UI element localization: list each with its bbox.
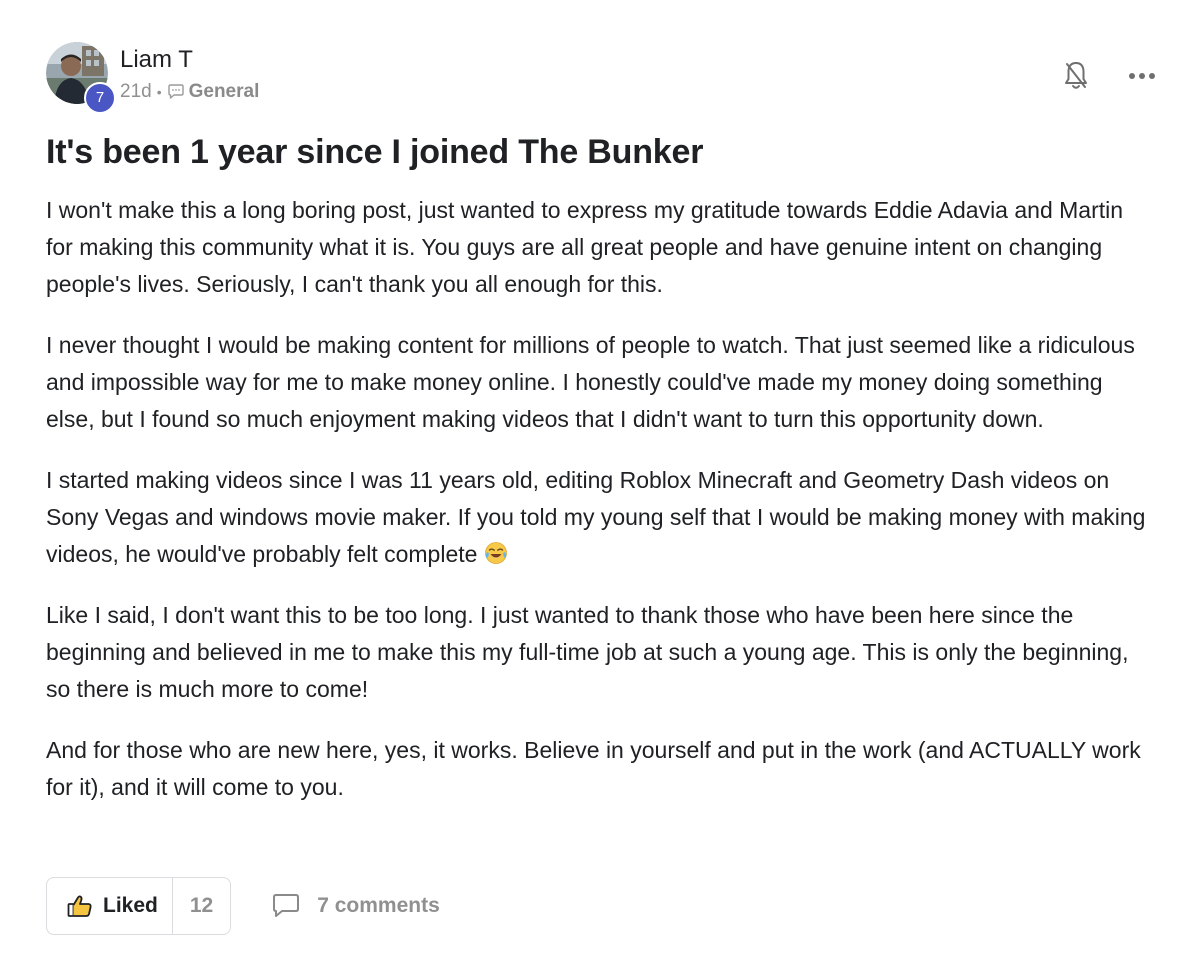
meta-separator: • <box>156 84 162 100</box>
author-name[interactable]: Liam T <box>120 46 193 74</box>
post-paragraph: I never thought I would be making conten… <box>46 332 1135 432</box>
comments-button[interactable]: 7 comments <box>271 893 440 919</box>
post-card: 7 Liam T 21d • General It's been 1 year … <box>46 40 1156 830</box>
post-paragraph: Like I said, I don't want this to be too… <box>46 602 1129 702</box>
notification-toggle-button[interactable] <box>1060 58 1092 94</box>
post-meta: 21d • General <box>120 81 259 103</box>
post-title: It's been 1 year since I joined The Bunk… <box>46 133 704 171</box>
header-actions <box>1060 58 1158 94</box>
more-options-button[interactable] <box>1126 58 1158 94</box>
post-paragraph-text: I started making videos since I was 11 y… <box>46 467 1146 567</box>
level-badge: 7 <box>84 82 116 114</box>
comment-icon <box>273 894 300 917</box>
comments-label: 7 comments <box>317 894 440 917</box>
post-time: 21d <box>120 81 152 102</box>
post-header: 7 Liam T 21d • General <box>46 40 1158 114</box>
face-with-tears-of-joy-emoji <box>484 542 507 564</box>
post-category[interactable]: General <box>189 81 260 103</box>
author-avatar[interactable]: 7 <box>46 42 116 114</box>
like-group: Liked 12 <box>46 877 232 935</box>
post-paragraph: I won't make this a long boring post, ju… <box>46 197 1124 297</box>
post-body: I won't make this a long boring post, ju… <box>46 192 1156 806</box>
post-actions: Liked 12 7 comments <box>46 877 440 935</box>
like-count[interactable]: 12 <box>171 878 230 934</box>
thumbs-up-icon <box>67 895 92 917</box>
like-label: Liked <box>103 894 158 917</box>
post-paragraph: I started making videos since I was 11 y… <box>46 462 1156 573</box>
bell-off-icon <box>1065 62 1087 89</box>
like-button[interactable]: Liked <box>47 878 172 934</box>
post-paragraph: And for those who are new here, yes, it … <box>46 737 1141 800</box>
more-horizontal-icon <box>1129 73 1155 79</box>
chat-bubble-icon <box>167 84 184 99</box>
